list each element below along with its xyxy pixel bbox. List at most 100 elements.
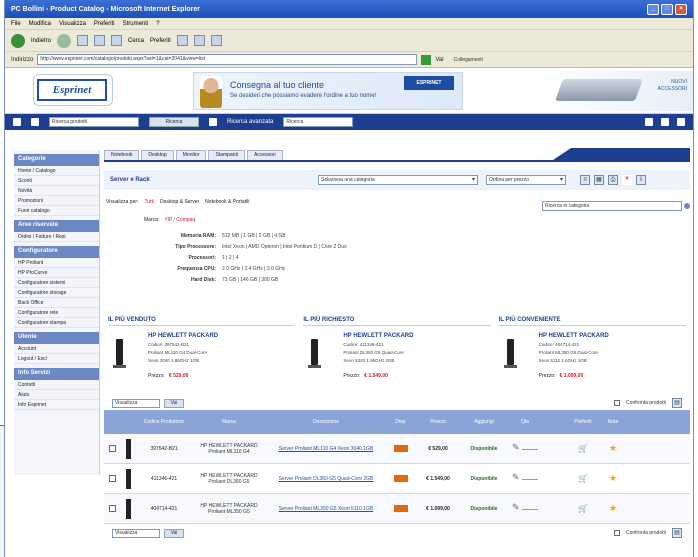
sidebar-item[interactable]: Fuori catalogo [14,206,99,216]
view-all-link[interactable]: Tutti [144,199,154,205]
compare-checkbox-bottom[interactable] [613,530,620,536]
print-icon[interactable] [210,35,222,46]
sidebar-item[interactable]: Aiuto [14,390,99,400]
category-search-icon[interactable] [684,203,690,209]
menu-favorites[interactable]: Preferiti [94,21,115,27]
sidebar-item[interactable]: Contatti [14,380,99,390]
spec-values[interactable]: 1 | 2 | 4 [222,255,239,261]
search-label[interactable]: Cerca [128,38,144,44]
links-label[interactable]: Collegamenti [454,57,483,63]
sidebar-item[interactable]: HP ProCurve [14,268,99,278]
refresh-icon[interactable] [94,35,106,46]
sidebar-item[interactable]: Info Esprinet [14,400,99,410]
sidebar-section-title[interactable]: Aree riservate [14,220,99,232]
sidebar-item[interactable]: Configuratore rete [14,308,99,318]
product-image[interactable] [308,339,322,368]
favorites-label[interactable]: Preferiti [150,38,171,44]
sidebar-item[interactable]: Home / Catalogo [14,166,99,176]
spec-values[interactable]: 512 MB | 1 GB | 2 GB | 4 GB [222,233,286,239]
row-checkbox[interactable] [108,445,116,452]
mail-icon[interactable] [193,35,205,46]
compare-label-top[interactable]: Confronta prodotti [626,400,666,406]
site-logo[interactable]: Esprinet [37,79,107,101]
excel-icon-top[interactable]: ▤ [672,398,682,408]
quantity-input[interactable] [512,472,538,484]
featured-brand[interactable]: HP HEWLETT PACKARD [539,333,609,339]
sidebar-item[interactable]: Logout / Esci [14,354,99,364]
product-thumbnail[interactable] [125,438,131,459]
category-search-input[interactable]: Ricerca in categoria [542,201,682,211]
spec-values[interactable]: 2.0 GHz | 2.4 GHz | 3.0 GHz [222,266,285,272]
tab-notebook[interactable]: Notebook [104,150,140,160]
favorite-star-icon[interactable]: ★ [598,473,628,484]
category-select[interactable]: Seleziona una categoria [318,175,478,185]
close-button[interactable]: × [675,3,687,15]
back-label[interactable]: Indietro [31,38,51,44]
product-link[interactable]: Server Proliant DL360 G5 Quad-Core 2GB [279,476,374,482]
minimize-button[interactable]: _ [647,3,659,15]
featured-brand[interactable]: HP HEWLETT PACKARD [343,333,413,339]
go-icon[interactable] [421,54,432,65]
sidebar-item[interactable]: Back Office [14,298,99,308]
tab-desktop[interactable]: Desktop [141,150,174,160]
sidebar-item[interactable]: Novità [14,186,99,196]
tab-monitor[interactable]: Monitor [175,150,207,160]
back-icon[interactable] [11,33,25,48]
quantity-input[interactable] [512,502,538,514]
sidebar-item[interactable]: Configuratore storage [14,288,99,298]
spec-values[interactable]: Intel Xeon | AMD Opteron | Intel Pentium… [222,244,347,250]
favorite-star-icon[interactable]: ★ [598,503,628,514]
tab-printers[interactable]: Stampanti [208,150,245,160]
sidebar-section-title[interactable]: Info Servizi [14,368,99,380]
row-checkbox[interactable] [108,475,116,482]
pager-bottom-go[interactable]: Vai [164,528,184,538]
grid-view-icon[interactable]: ▦ [594,175,604,185]
brand-value[interactable]: HP / Compaq [165,217,195,223]
help-icon[interactable] [661,118,669,126]
quantity-input[interactable] [512,442,538,454]
forward-icon[interactable] [57,33,72,48]
advanced-search-icon[interactable] [209,118,217,126]
pager-bottom-select[interactable]: Visualizza [112,528,160,538]
featured-product[interactable]: IL PIÙ CONVENIENTE HP HEWLETT PACKARD Codi… [495,315,690,395]
menu-help[interactable]: ? [156,21,159,27]
sidebar-item[interactable]: Ordini / Fatture / Resi [14,232,99,242]
product-image[interactable] [503,339,517,368]
tab-accessories[interactable]: Accessori [246,150,283,160]
remove-filter-icon[interactable]: × [622,175,632,185]
product-image[interactable] [113,339,126,368]
sidebar-item[interactable]: HP Proliant [14,258,99,268]
search-scope-select[interactable]: Ricerca [283,117,354,127]
history-icon[interactable] [176,35,188,46]
add-to-cart-icon[interactable]: 🛒 [568,444,598,453]
pager-top-select[interactable]: Visualizza [112,398,160,408]
sidebar-item[interactable]: Promozioni [14,196,99,206]
spec-values[interactable]: 73 GB | 146 GB | 300 GB [222,277,278,283]
cart-nav-icon[interactable] [31,118,39,126]
stop-icon[interactable] [77,35,89,46]
row-checkbox[interactable] [108,505,116,512]
add-to-cart-icon[interactable]: 🛒 [568,504,598,513]
banner-ad-right[interactable]: NUOVI ACCESSORI [545,71,693,111]
view-notebook-link[interactable]: Notebook & Portatili [205,199,249,205]
sidebar-item[interactable]: Configuratore sistemi [14,278,99,288]
sidebar-item[interactable]: Account [14,344,99,354]
product-link[interactable]: Server Proliant ML350 G5 Xeon 5110 1GB [279,506,373,512]
pager-top-go[interactable]: Vai [164,398,184,408]
menu-edit[interactable]: Modifica [29,21,51,27]
compare-label-bottom[interactable]: Confronta prodotti [626,530,666,536]
product-link[interactable]: Server Proliant ML110 G4 Xeon 3040 1GB [279,446,373,452]
excel-icon-bottom[interactable]: ▤ [672,528,682,538]
product-thumbnail[interactable] [125,498,131,519]
logout-icon[interactable] [677,118,685,126]
add-to-cart-icon[interactable]: 🛒 [568,474,598,483]
sidebar-section-title[interactable]: Categorie [14,154,99,166]
featured-product[interactable]: IL PIÙ VENDUTO HP HEWLETT PACKARD Codice: … [104,315,299,395]
favorite-star-icon[interactable]: ★ [598,443,628,454]
compare-checkbox-top[interactable] [613,400,620,406]
view-desktop-link[interactable]: Desktop & Server [160,199,199,205]
list-view-icon[interactable]: ≡ [580,175,590,185]
home-icon[interactable] [111,35,123,46]
search-button[interactable]: Ricerca [149,117,199,127]
print-list-icon[interactable]: ⎙ [608,175,618,185]
